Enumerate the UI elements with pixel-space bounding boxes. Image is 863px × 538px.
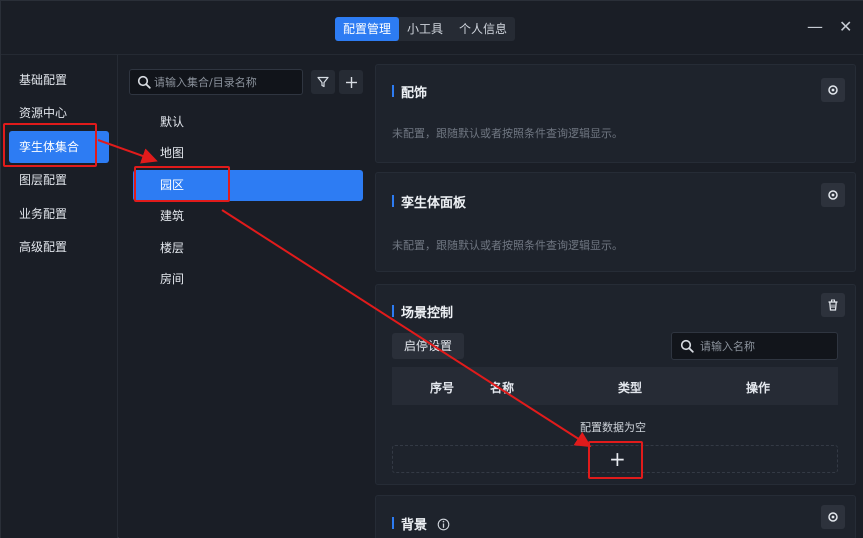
collection-item-default[interactable]: 默认 — [133, 107, 363, 138]
scene-settings-button[interactable]: 启停设置 — [392, 333, 465, 359]
left-nav: 基础配置 资源中心 孪生体集合 图层配置 业务配置 高级配置 — [1, 55, 118, 538]
collection-item-map[interactable]: 地图 — [133, 138, 363, 169]
background-card: 背景 — [375, 495, 856, 538]
collection-item-building[interactable]: 建筑 — [133, 201, 363, 232]
app-window: 配置管理 小工具 个人信息 — ✕ 基础配置 资源中心 孪生体集合 图层配置 业… — [0, 0, 863, 538]
scene-control-delete-button[interactable] — [821, 293, 845, 317]
decor-title: 配饰 — [392, 82, 427, 101]
column-actions: 操作 — [746, 381, 771, 395]
decor-card: 配饰 未配置，跟随默认或者按照条件查询逻辑显示。 — [375, 64, 856, 163]
scene-control-title: 场景控制 — [392, 302, 453, 321]
tab-tools[interactable]: 小工具 — [399, 17, 451, 41]
info-icon[interactable] — [437, 518, 450, 531]
top-tab-group: 配置管理 小工具 个人信息 — [335, 17, 516, 41]
nav-item-business-config[interactable]: 业务配置 — [9, 198, 109, 230]
twin-panel-title: 孪生体面板 — [392, 192, 466, 211]
twin-panel-settings-button[interactable] — [821, 183, 845, 207]
settings-icon — [828, 512, 838, 522]
collection-item-floor[interactable]: 楼层 — [133, 233, 363, 264]
background-title: 背景 — [392, 514, 450, 533]
column-name: 名称 — [490, 381, 515, 395]
twin-panel-description: 未配置，跟随默认或者按照条件查询逻辑显示。 — [392, 239, 623, 252]
twin-panel-card: 孪生体面板 未配置，跟随默认或者按照条件查询逻辑显示。 — [375, 172, 856, 272]
title-bar: 配置管理 小工具 个人信息 — ✕ — [1, 1, 863, 55]
column-type: 类型 — [618, 381, 643, 395]
column-index: 序号 — [430, 381, 455, 395]
collection-panel: 默认 地图 园区 建筑 楼层 房间 — [119, 55, 373, 538]
decor-settings-button[interactable] — [821, 78, 845, 102]
close-icon[interactable]: ✕ — [839, 19, 852, 35]
tab-personal-info[interactable]: 个人信息 — [451, 17, 515, 41]
nav-item-basic-config[interactable]: 基础配置 — [9, 64, 109, 96]
collection-item-park[interactable]: 园区 — [133, 170, 363, 201]
collection-search — [129, 69, 303, 95]
nav-item-resource-center[interactable]: 资源中心 — [9, 97, 109, 129]
search-icon — [680, 339, 694, 353]
nav-item-advanced-config[interactable]: 高级配置 — [9, 231, 109, 263]
tab-config-management[interactable]: 配置管理 — [335, 17, 400, 41]
scene-search-input[interactable] — [700, 333, 836, 359]
add-scene-row-button[interactable]: + — [392, 445, 838, 473]
empty-data-text: 配置数据为空 — [580, 421, 646, 434]
nav-item-layer-config[interactable]: 图层配置 — [9, 164, 109, 196]
plus-icon — [345, 76, 357, 88]
config-panels: 配饰 未配置，跟随默认或者按照条件查询逻辑显示。 孪生体面板 未配置，跟随默认或… — [373, 55, 863, 538]
decor-description: 未配置，跟随默认或者按照条件查询逻辑显示。 — [392, 127, 623, 140]
scene-table-header: 序号 名称 类型 操作 — [392, 367, 838, 405]
filter-button[interactable] — [311, 70, 335, 94]
scene-control-card: 场景控制 启停设置 序号 名称 — [375, 284, 856, 485]
collection-item-room[interactable]: 房间 — [133, 264, 363, 295]
nav-item-twin-collection[interactable]: 孪生体集合 — [9, 131, 109, 163]
filter-icon — [317, 76, 329, 88]
collection-search-input[interactable] — [154, 70, 300, 94]
minimize-icon[interactable]: — — [807, 19, 823, 35]
background-settings-button[interactable] — [821, 505, 845, 529]
settings-icon — [828, 85, 838, 95]
background-title-text: 背景 — [401, 518, 428, 533]
add-row-plus: + — [609, 447, 626, 471]
add-collection-button[interactable] — [339, 70, 363, 94]
search-icon — [137, 75, 151, 89]
settings-icon — [828, 190, 838, 200]
scene-search — [671, 332, 838, 360]
trash-icon — [828, 299, 838, 311]
